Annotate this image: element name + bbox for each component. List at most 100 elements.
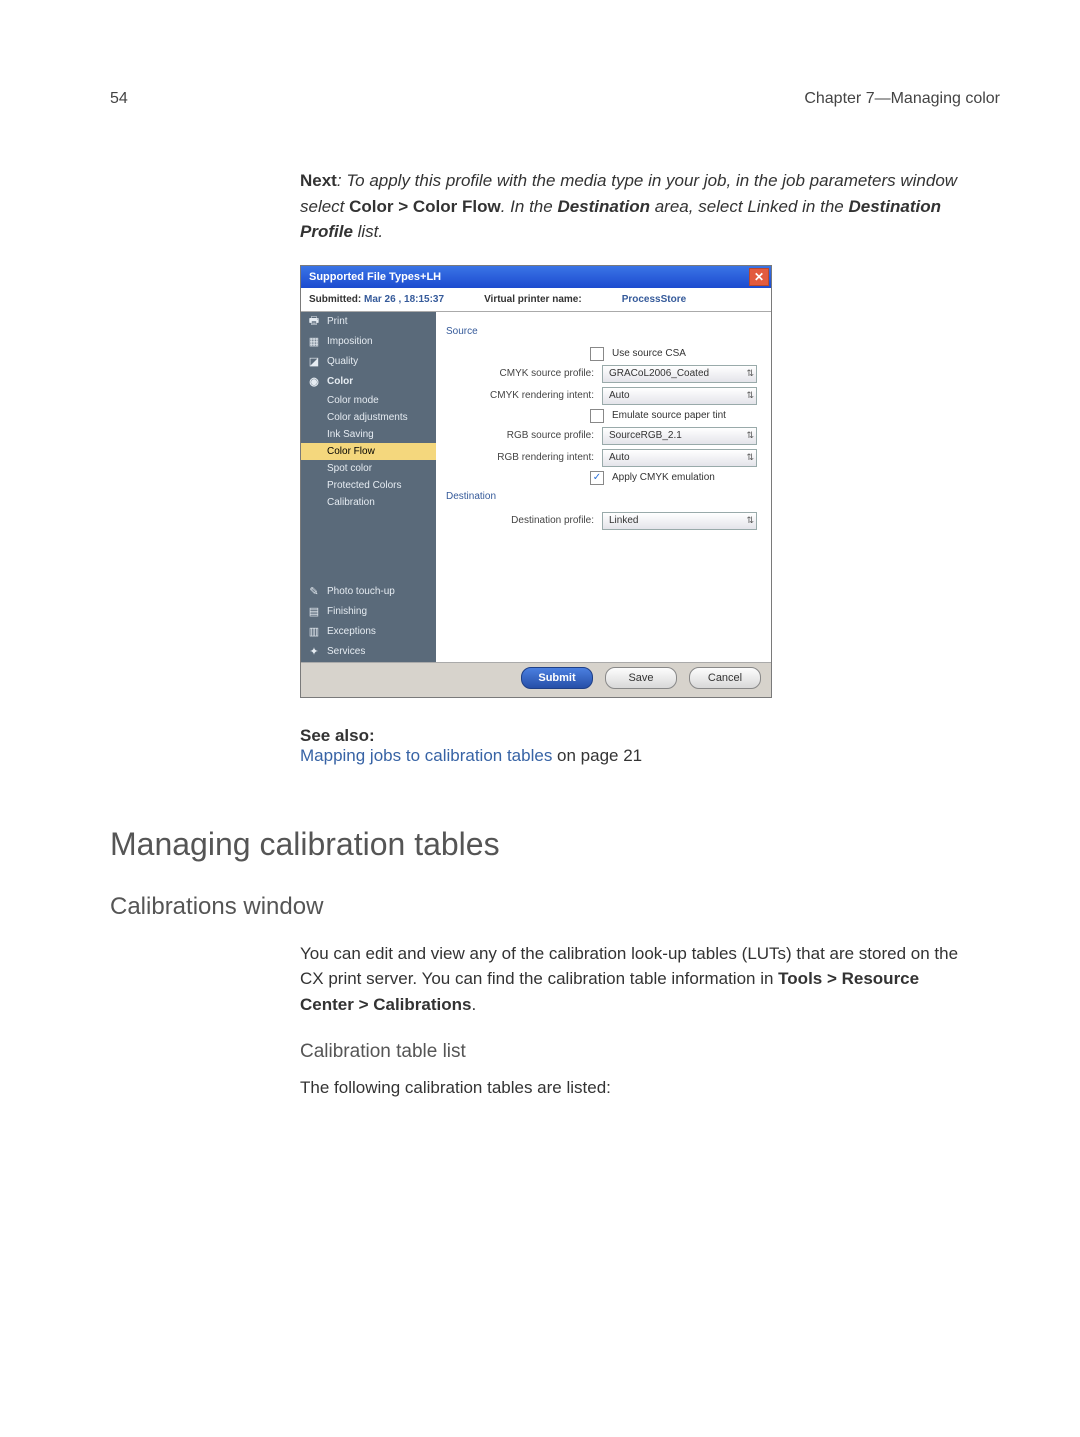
color-icon: ◉ — [307, 375, 321, 389]
row-rgb-rendering-intent: RGB rendering intent: Auto⇅ — [446, 449, 757, 467]
see-also-line: Mapping jobs to calibration tables on pa… — [300, 746, 960, 766]
titlebar: Supported File Types+LH ✕ — [301, 266, 771, 288]
color-flow-pane: Source Use source CSA CMYK source profil… — [436, 312, 771, 662]
destination-word: Destination — [557, 197, 650, 216]
sidebar-item-label: Color — [327, 376, 353, 387]
sidebar-item-exceptions[interactable]: ▥ Exceptions — [301, 622, 436, 642]
sub-spot-color[interactable]: Spot color — [301, 460, 436, 477]
sub-color-adjustments[interactable]: Color adjustments — [301, 409, 436, 426]
cmyk-src-value: GRACoL2006_Coated — [609, 368, 709, 379]
sidebar-item-label: Imposition — [327, 336, 373, 347]
row-apply-cmyk-emulation: ✓ Apply CMYK emulation — [446, 471, 757, 485]
chapter-label: Chapter 7—Managing color — [804, 90, 1000, 108]
apply-cmyk-checkbox[interactable]: ✓ — [590, 471, 604, 485]
sidebar-item-print[interactable]: 🖶 Print — [301, 312, 436, 332]
cmyk-src-select[interactable]: GRACoL2006_Coated ⇅ — [602, 365, 757, 383]
rgb-ri-value: Auto — [609, 452, 630, 463]
sidebar-item-label: Photo touch-up — [327, 586, 395, 597]
sidebar: 🖶 Print ▦ Imposition ◪ Quality ◉ Color Color… — [301, 312, 436, 662]
save-button[interactable]: Save — [605, 667, 677, 689]
sidebar-item-label: Exceptions — [327, 626, 376, 637]
see-also-tail: on page 21 — [552, 746, 642, 765]
sidebar-item-label: Finishing — [327, 606, 367, 617]
sub-ink-saving[interactable]: Ink Saving — [301, 426, 436, 443]
apply-cmyk-label: Apply CMYK emulation — [612, 472, 757, 483]
photo-icon: ✎ — [307, 585, 321, 599]
window-title: Supported File Types+LH — [309, 271, 441, 283]
h2-calibrations-window: Calibrations window — [110, 893, 960, 921]
next-text-2: . In the — [501, 197, 558, 216]
row-cmyk-source-profile: CMYK source profile: GRACoL2006_Coated ⇅ — [446, 365, 757, 383]
h1-managing-calibration-tables: Managing calibration tables — [110, 826, 960, 863]
button-bar: Submit Save Cancel — [301, 662, 771, 697]
job-parameters-window: Supported File Types+LH ✕ Submitted: Mar… — [300, 265, 772, 698]
rgb-ri-select[interactable]: Auto ⇅ — [602, 449, 757, 467]
submitted-value: Mar 26 , 18:15:37 — [364, 294, 444, 305]
cancel-button[interactable]: Cancel — [689, 667, 761, 689]
next-text-4: list. — [353, 222, 383, 241]
row-use-source-csa: Use source CSA — [446, 347, 757, 361]
section-source-label: Source — [446, 326, 757, 337]
calib-text-c: . — [471, 995, 476, 1014]
quality-icon: ◪ — [307, 355, 321, 369]
vpn-value: ProcessStore — [622, 294, 686, 305]
info-bar: Submitted: Mar 26 , 18:15:37 Virtual pri… — [301, 288, 771, 312]
submitted-label: Submitted: — [309, 294, 361, 305]
exceptions-icon: ▥ — [307, 625, 321, 639]
page-number: 54 — [110, 90, 128, 108]
imposition-icon: ▦ — [307, 335, 321, 349]
sidebar-item-services[interactable]: ✦ Services — [301, 642, 436, 662]
sub-color-flow[interactable]: Color Flow — [301, 443, 436, 460]
next-sep: : — [337, 171, 346, 190]
sidebar-item-label: Services — [327, 646, 365, 657]
chevron-updown-icon: ⇅ — [746, 430, 754, 441]
cmyk-ri-select[interactable]: Auto⇅ — [602, 387, 757, 405]
row-cmyk-rendering-intent: CMYK rendering intent: Auto⇅ — [446, 387, 757, 405]
dest-value: Linked — [609, 515, 638, 526]
see-also-heading: See also: — [300, 726, 960, 746]
body-column: Next: To apply this profile with the med… — [300, 168, 960, 1101]
print-icon: 🖶 — [307, 315, 321, 329]
color-subitems: Color mode Color adjustments Ink Saving … — [301, 392, 436, 511]
rgb-src-value: SourceRGB_2.1 — [609, 430, 682, 441]
sidebar-item-label: Print — [327, 316, 348, 327]
sidebar-item-imposition[interactable]: ▦ Imposition — [301, 332, 436, 352]
row-destination-profile: Destination profile: Linked⇅ — [446, 512, 757, 530]
next-label: Next — [300, 171, 337, 190]
next-instruction: Next: To apply this profile with the med… — [300, 168, 960, 245]
chevron-updown-icon: ⇅ — [746, 368, 754, 379]
row-rgb-source-profile: RGB source profile: SourceRGB_2.1⇅ — [446, 427, 757, 445]
close-icon[interactable]: ✕ — [749, 268, 769, 286]
page: 54 Chapter 7—Managing color Next: To app… — [0, 0, 1080, 1437]
sidebar-spacer — [301, 511, 436, 582]
submit-button[interactable]: Submit — [521, 667, 593, 689]
use-source-csa-label: Use source CSA — [612, 348, 757, 359]
submitted-field: Submitted: Mar 26 , 18:15:37 — [309, 294, 444, 305]
sub-protected-colors[interactable]: Protected Colors — [301, 477, 436, 494]
see-also-link[interactable]: Mapping jobs to calibration tables — [300, 746, 552, 765]
page-header: 54 Chapter 7—Managing color — [110, 90, 1000, 108]
sub-calibration[interactable]: Calibration — [301, 494, 436, 511]
use-source-csa-checkbox[interactable] — [590, 347, 604, 361]
emulate-label: Emulate source paper tint — [612, 410, 757, 421]
cmyk-ri-label: CMYK rendering intent: — [490, 390, 594, 401]
sidebar-item-quality[interactable]: ◪ Quality — [301, 352, 436, 372]
sidebar-item-color[interactable]: ◉ Color — [301, 372, 436, 392]
finishing-icon: ▤ — [307, 605, 321, 619]
chevron-updown-icon: ⇅ — [746, 452, 754, 463]
sub-color-mode[interactable]: Color mode — [301, 392, 436, 409]
emulate-checkbox[interactable] — [590, 409, 604, 423]
rgb-src-select[interactable]: SourceRGB_2.1 ⇅ — [602, 427, 757, 445]
sidebar-item-photo-touch-up[interactable]: ✎ Photo touch-up — [301, 582, 436, 602]
dest-select[interactable]: Linked⇅ — [602, 512, 757, 530]
services-icon: ✦ — [307, 645, 321, 659]
sidebar-item-finishing[interactable]: ▤ Finishing — [301, 602, 436, 622]
calibrations-paragraph: You can edit and view any of the calibra… — [300, 941, 960, 1018]
h3-calibration-table-list: Calibration table list — [300, 1041, 960, 1063]
sidebar-item-label: Quality — [327, 356, 358, 367]
see-also-block: See also: Mapping jobs to calibration ta… — [300, 726, 960, 766]
dest-label: Destination profile: — [511, 515, 594, 526]
row-emulate-paper-tint: Emulate source paper tint — [446, 409, 757, 423]
cmyk-src-label: CMYK source profile: — [500, 368, 594, 379]
list-intro: The following calibration tables are lis… — [300, 1075, 960, 1101]
